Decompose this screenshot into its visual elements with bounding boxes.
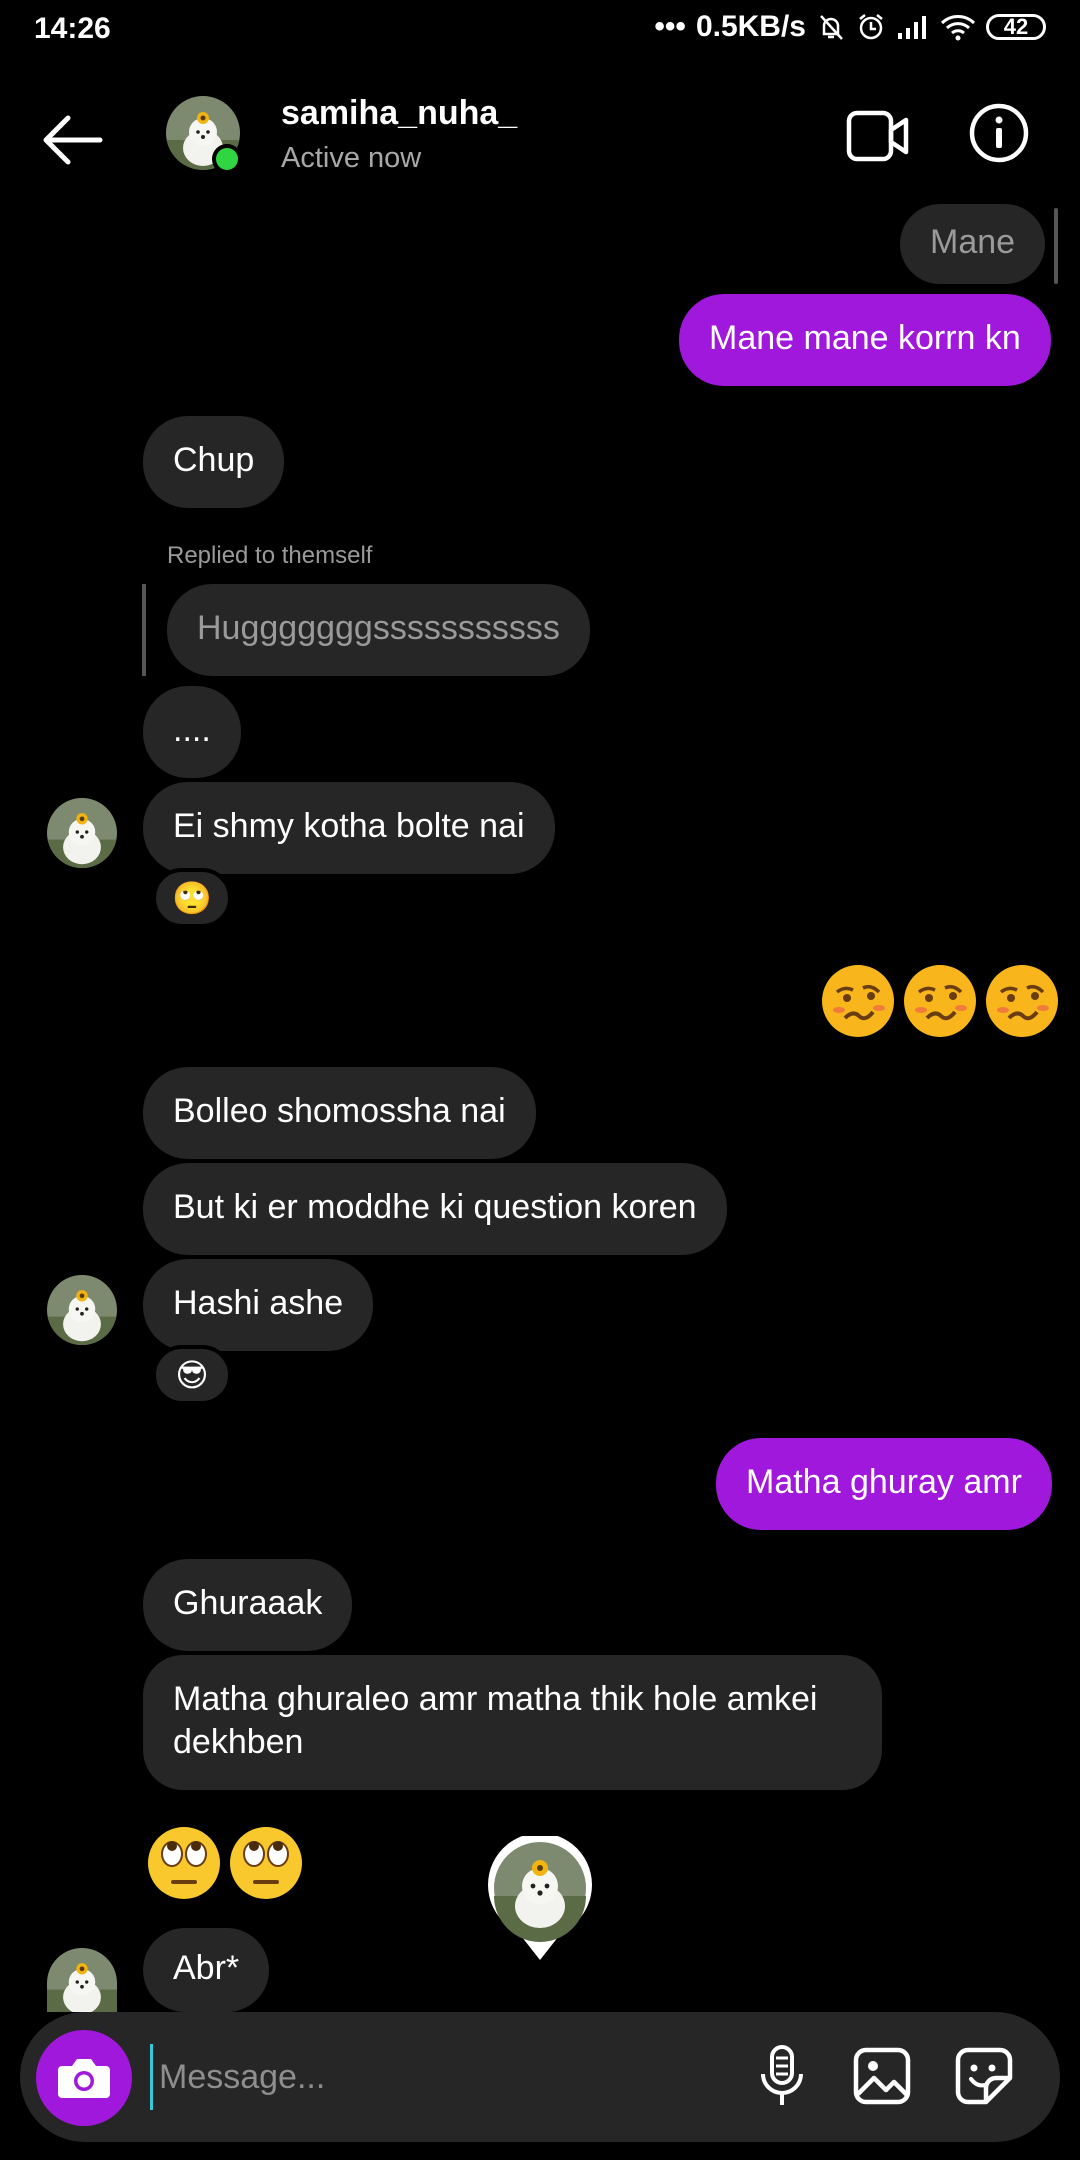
avatar-pin-icon	[488, 1832, 592, 1960]
eye-roll-face-icon	[148, 1827, 220, 1899]
network-speed: 0.5KB/s	[695, 10, 806, 43]
sender-avatar[interactable]	[47, 1275, 117, 1345]
video-call-button[interactable]	[846, 108, 910, 164]
camera-button[interactable]	[36, 2030, 132, 2126]
sender-avatar[interactable]	[47, 798, 117, 868]
status-dots: •••	[654, 10, 686, 43]
message-bubble-incoming[interactable]: Hashi ashe	[143, 1259, 374, 1351]
replied-message-preview[interactable]: Hugggggggsssssssssss	[167, 584, 590, 676]
scrollbar[interactable]	[1054, 208, 1058, 284]
message-bubble-incoming[interactable]: Ei shmy kotha bolte nai	[143, 782, 555, 874]
status-time: 14:26	[34, 12, 111, 45]
reply-indicator-bar	[142, 584, 146, 676]
message-bubble-incoming[interactable]: Matha ghuraleo amr matha thik hole amkei…	[143, 1655, 882, 1790]
info-icon	[969, 103, 1029, 163]
emoji-message-outgoing[interactable]	[819, 962, 1061, 1040]
mute-bell-icon	[820, 15, 843, 40]
woozy-face-icon	[904, 965, 976, 1037]
sender-avatar[interactable]	[47, 1948, 117, 2012]
message-bubble-incoming[interactable]: Bolleo shomossha nai	[143, 1067, 536, 1159]
battery-indicator: 42	[986, 14, 1046, 40]
wifi-icon	[940, 15, 976, 41]
microphone-icon	[761, 2045, 803, 2105]
contact-status: Active now	[281, 142, 422, 174]
message-bubble-incoming[interactable]: Chup	[143, 416, 285, 508]
signal-icon	[898, 16, 926, 39]
message-bubble-outgoing[interactable]: Matha ghuray amr	[716, 1438, 1052, 1530]
message-bubble-incoming[interactable]: Mane	[900, 204, 1046, 284]
eye-roll-face-icon	[230, 1827, 302, 1899]
back-arrow-icon	[43, 115, 103, 165]
dog-avatar-image	[47, 1948, 117, 2012]
contact-name[interactable]: samiha_nuha_	[281, 94, 517, 133]
message-input[interactable]	[150, 2044, 721, 2110]
message-bubble-incoming[interactable]: ....	[143, 686, 241, 778]
emoji-message-incoming[interactable]	[145, 1824, 305, 1902]
gallery-button[interactable]	[850, 2044, 914, 2108]
sticker-button[interactable]	[952, 2044, 1016, 2108]
dog-avatar-image	[47, 1275, 117, 1345]
voice-message-button[interactable]	[750, 2044, 814, 2108]
woozy-face-icon	[986, 965, 1058, 1037]
message-reaction[interactable]: 🙄	[152, 868, 232, 928]
sticker-icon	[955, 2047, 1013, 2105]
dog-avatar-image	[47, 798, 117, 868]
gallery-icon	[853, 2047, 911, 2105]
message-bubble-incoming[interactable]: Ghuraaak	[143, 1559, 353, 1651]
video-call-icon	[846, 110, 909, 162]
back-button[interactable]	[38, 110, 108, 170]
camera-icon	[58, 2059, 110, 2098]
message-bubble-incoming[interactable]: But ki er moddhe ki question koren	[143, 1163, 727, 1255]
message-bubble-incoming[interactable]: Abr*	[143, 1928, 270, 2012]
woozy-face-icon	[822, 965, 894, 1037]
message-bubble-outgoing[interactable]: Mane mane korrn kn	[679, 294, 1051, 386]
typing-indicator-avatar	[488, 1832, 592, 1962]
message-reaction[interactable]: 😎	[152, 1345, 232, 1405]
online-indicator	[212, 144, 242, 174]
reply-context-label: Replied to themself	[167, 542, 373, 569]
info-button[interactable]	[968, 102, 1030, 164]
alarm-icon	[859, 14, 883, 40]
status-icons: ••• 0.5KB/s 42	[654, 10, 1046, 44]
